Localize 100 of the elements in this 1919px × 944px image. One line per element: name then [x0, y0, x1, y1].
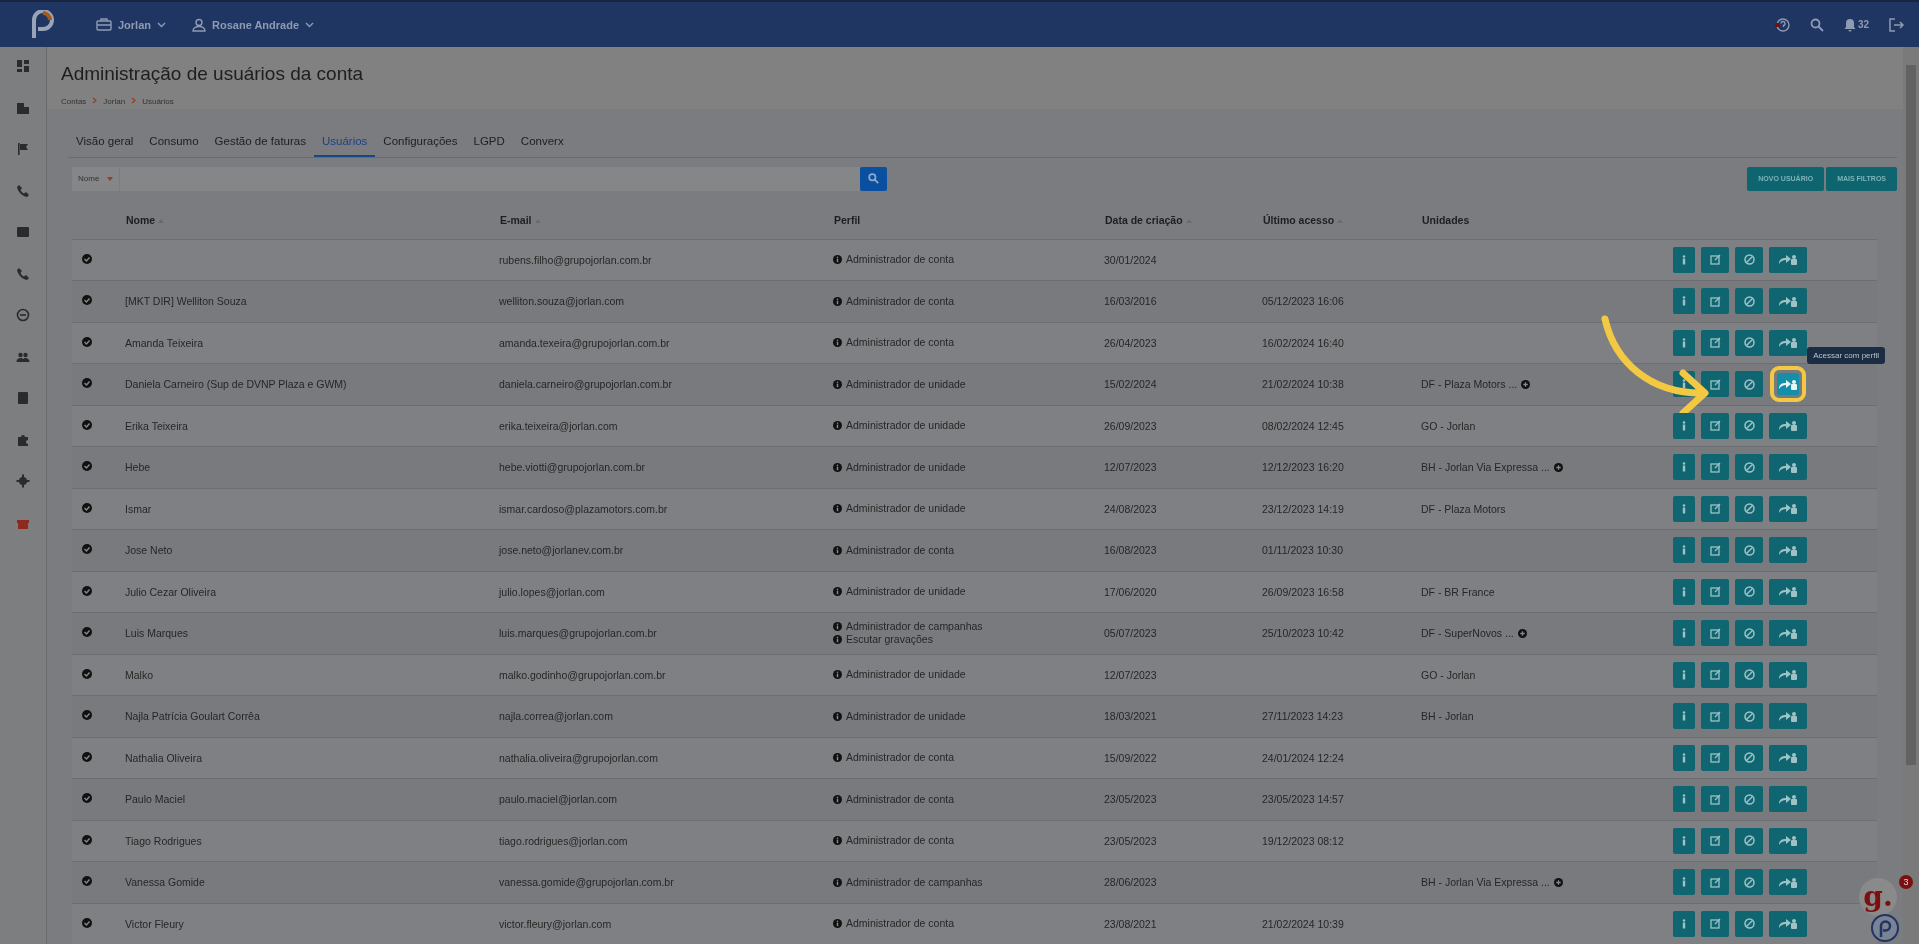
- login-as-button[interactable]: [1769, 537, 1807, 564]
- block-button[interactable]: [1735, 288, 1763, 315]
- plus-circle-icon[interactable]: [1553, 462, 1563, 472]
- login-as-button[interactable]: [1769, 288, 1807, 315]
- edit-button[interactable]: [1701, 454, 1729, 481]
- info-icon[interactable]: [833, 255, 842, 265]
- info-button[interactable]: [1673, 288, 1695, 315]
- block-button[interactable]: [1735, 910, 1763, 937]
- block-button[interactable]: [1735, 329, 1763, 356]
- info-icon[interactable]: [833, 545, 842, 555]
- tab[interactable]: Visão geral: [68, 126, 142, 157]
- edit-button[interactable]: [1701, 910, 1729, 937]
- settings-icon[interactable]: [16, 474, 30, 488]
- filter-dropdown[interactable]: Nome: [72, 166, 120, 191]
- info-button[interactable]: [1673, 620, 1695, 647]
- user-menu[interactable]: Rosane Andrade: [192, 17, 315, 32]
- column-header[interactable]: Data de criação: [1105, 213, 1183, 226]
- edit-button[interactable]: [1701, 412, 1729, 439]
- info-button[interactable]: [1673, 869, 1695, 896]
- edit-button[interactable]: [1701, 827, 1729, 854]
- info-button[interactable]: [1673, 537, 1695, 564]
- info-button[interactable]: [1673, 578, 1695, 605]
- login-as-button[interactable]: [1769, 578, 1807, 605]
- edit-button[interactable]: [1701, 786, 1729, 813]
- info-button[interactable]: [1673, 495, 1695, 522]
- info-icon[interactable]: [833, 462, 842, 472]
- block-button[interactable]: [1735, 661, 1763, 688]
- puzzle-icon[interactable]: [16, 432, 30, 447]
- login-as-button[interactable]: [1769, 869, 1807, 896]
- info-button[interactable]: [1673, 246, 1695, 273]
- info-button[interactable]: [1673, 910, 1695, 937]
- search-field[interactable]: [120, 166, 861, 191]
- edit-button[interactable]: [1701, 869, 1729, 896]
- info-button[interactable]: [1673, 827, 1695, 854]
- tab[interactable]: Converx: [512, 126, 572, 157]
- info-icon[interactable]: [833, 877, 842, 887]
- info-button[interactable]: [1673, 454, 1695, 481]
- breadcrumb-link[interactable]: Usuários: [142, 97, 174, 106]
- info-icon[interactable]: [833, 794, 842, 804]
- login-as-button[interactable]: [1769, 786, 1807, 813]
- edit-button[interactable]: [1701, 329, 1729, 356]
- login-as-button[interactable]: [1769, 246, 1807, 273]
- contact-card-icon[interactable]: [16, 225, 30, 239]
- block-button[interactable]: [1735, 371, 1763, 398]
- breadcrumb-link[interactable]: Contas: [61, 97, 87, 106]
- logo-icon[interactable]: [1871, 914, 1899, 942]
- edit-button[interactable]: [1701, 495, 1729, 522]
- plus-circle-icon[interactable]: [1553, 877, 1563, 887]
- login-as-button[interactable]: [1769, 329, 1807, 356]
- login-as-button[interactable]: [1769, 744, 1807, 771]
- info-icon[interactable]: [833, 622, 842, 632]
- edit-button[interactable]: [1701, 371, 1729, 398]
- info-icon[interactable]: [833, 421, 842, 431]
- edit-button[interactable]: [1701, 661, 1729, 688]
- info-button[interactable]: [1673, 329, 1695, 356]
- block-button[interactable]: [1735, 578, 1763, 605]
- block-button[interactable]: [1735, 786, 1763, 813]
- info-icon[interactable]: [833, 379, 842, 389]
- search-icon[interactable]: [1809, 17, 1824, 32]
- edit-button[interactable]: [1701, 703, 1729, 730]
- edit-button[interactable]: [1701, 578, 1729, 605]
- column-header[interactable]: Nome: [126, 213, 156, 226]
- login-as-button[interactable]: [1769, 703, 1807, 730]
- phone-icon[interactable]: [16, 183, 30, 198]
- column-header[interactable]: E-mail: [500, 213, 532, 226]
- flag-icon[interactable]: [16, 142, 30, 156]
- block-button[interactable]: [1735, 703, 1763, 730]
- edit-button[interactable]: [1701, 620, 1729, 647]
- edit-button[interactable]: [1701, 744, 1729, 771]
- info-icon[interactable]: [833, 635, 842, 645]
- login-as-button[interactable]: [1769, 454, 1807, 481]
- building-icon[interactable]: [16, 100, 30, 115]
- logo-icon[interactable]: [30, 9, 56, 40]
- info-icon[interactable]: [833, 836, 842, 846]
- info-button[interactable]: [1673, 744, 1695, 771]
- info-button[interactable]: [1673, 786, 1695, 813]
- edit-button[interactable]: [1701, 246, 1729, 273]
- plus-circle-icon[interactable]: [1517, 628, 1527, 638]
- phone-icon[interactable]: [16, 266, 30, 281]
- tab[interactable]: LGPD: [465, 126, 513, 157]
- login-as-button[interactable]: [1769, 495, 1807, 522]
- info-icon[interactable]: [833, 338, 842, 348]
- tab[interactable]: Usuários: [313, 126, 376, 157]
- login-as-button[interactable]: [1769, 412, 1807, 439]
- book-icon[interactable]: [16, 391, 30, 405]
- info-button[interactable]: [1673, 661, 1695, 688]
- info-button[interactable]: [1673, 412, 1695, 439]
- column-header[interactable]: Último acesso: [1263, 213, 1335, 226]
- info-icon[interactable]: [833, 919, 842, 929]
- logout-icon[interactable]: [1889, 17, 1905, 32]
- help-icon[interactable]: [1773, 16, 1790, 33]
- notifications-button[interactable]: 32: [1843, 17, 1869, 32]
- login-as-button[interactable]: [1769, 620, 1807, 647]
- block-button[interactable]: [1735, 495, 1763, 522]
- tab[interactable]: Gestão de faturas: [206, 126, 314, 157]
- info-icon[interactable]: [833, 753, 842, 763]
- company-menu[interactable]: Jorlan: [96, 18, 166, 31]
- info-icon[interactable]: [833, 296, 842, 306]
- block-button[interactable]: [1735, 246, 1763, 273]
- block-button[interactable]: [1735, 412, 1763, 439]
